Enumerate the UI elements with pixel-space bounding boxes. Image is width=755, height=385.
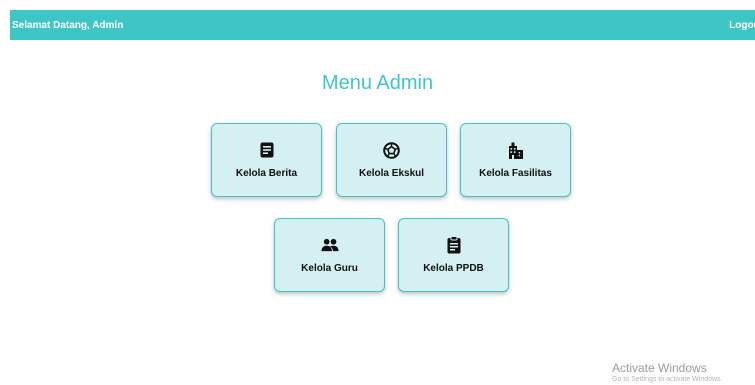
people-icon: [320, 236, 339, 254]
menu-card-kelola-guru[interactable]: Kelola Guru: [274, 218, 385, 292]
soccer-ball-icon: [383, 141, 401, 159]
welcome-text: Selamat Datang, Admin: [12, 19, 124, 31]
menu-card-label: Kelola Ekskul: [358, 168, 425, 179]
menu-card-label: Kelola Fasilitas: [479, 168, 552, 179]
building-icon: [507, 141, 525, 159]
menu-card-kelola-ekskul[interactable]: Kelola Ekskul: [336, 123, 447, 197]
news-article-icon: [258, 141, 276, 159]
windows-activation-watermark: Activate Windows Go to Settings to activ…: [612, 362, 723, 384]
clipboard-icon: [445, 236, 463, 254]
watermark-title: Activate Windows: [612, 361, 707, 375]
menu-card-label: Kelola Berita: [235, 168, 298, 179]
admin-menu-page: Selamat Datang, Admin Logout Menu Admin …: [0, 0, 755, 385]
top-navbar: Selamat Datang, Admin Logout: [10, 10, 755, 40]
menu-card-kelola-fasilitas[interactable]: Kelola Fasilitas: [460, 123, 571, 197]
watermark-subtitle: Go to Settings to activate Windows.: [612, 376, 723, 383]
page-title: Menu Admin: [321, 72, 434, 94]
menu-card-kelola-ppdb[interactable]: Kelola PPDB: [398, 218, 509, 292]
logout-link[interactable]: Logout: [729, 20, 755, 31]
menu-card-label: Kelola Guru: [301, 263, 358, 274]
menu-card-kelola-berita[interactable]: Kelola Berita: [211, 123, 322, 197]
menu-card-label: Kelola PPDB: [423, 263, 484, 274]
